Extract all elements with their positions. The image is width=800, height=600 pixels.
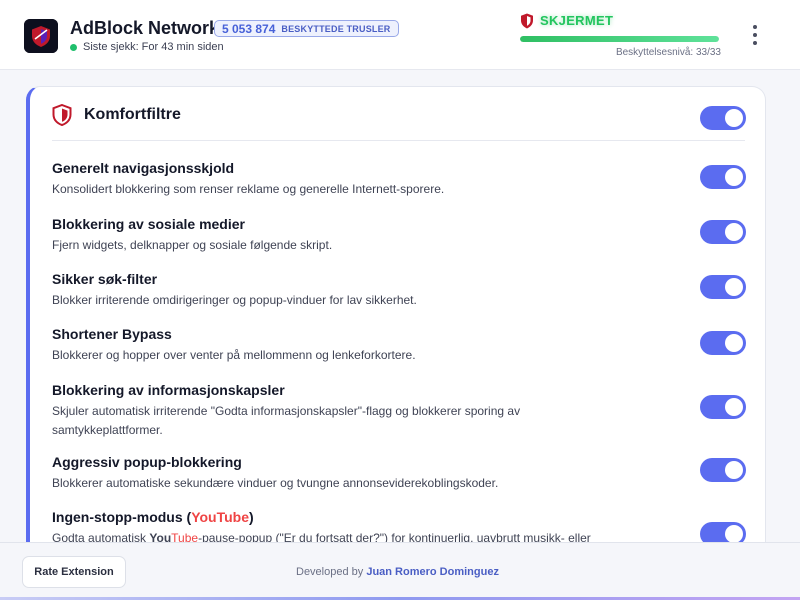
threat-label: BESKYTTEDE TRUSLER xyxy=(281,23,391,34)
menu-dot xyxy=(753,25,757,29)
app-logo xyxy=(24,19,58,53)
filter-row-cookie-blocking: Blokkering av informasjonskapsler Skjule… xyxy=(52,382,752,440)
filter-row-safe-search: Sikker søk-filter Blokker irriterende om… xyxy=(52,271,752,310)
shield-icon xyxy=(521,13,533,29)
last-check-text: Siste sjekk: For 43 min siden xyxy=(83,41,224,53)
app-title: AdBlock Network xyxy=(70,18,220,38)
comfort-filters-card: Komfortfiltre Generelt navigasjonsskjold… xyxy=(26,86,766,556)
filter-description: Blokkerer automatiske sekundære vinduer … xyxy=(52,476,499,490)
protection-progress-fill xyxy=(520,36,719,42)
threat-count: 5 053 874 xyxy=(222,21,276,36)
credit-prefix: Developed by xyxy=(296,566,367,578)
toggle-cookie-blocking[interactable] xyxy=(700,395,746,419)
menu-dot xyxy=(753,41,757,45)
shield-icon xyxy=(52,104,72,126)
filter-row-aggressive-popup: Aggressiv popup-blokkering Blokkerer aut… xyxy=(52,454,752,493)
more-options-icon[interactable] xyxy=(746,22,764,48)
filter-description: Konsolidert blokkering som renser reklam… xyxy=(52,182,445,196)
rate-extension-button[interactable]: Rate Extension xyxy=(22,556,126,588)
title-part: Ingen-stopp-modus ( xyxy=(52,509,192,525)
threat-counter-badge: 5 053 874 BESKYTTEDE TRUSLER xyxy=(214,20,399,37)
filter-title: Ingen-stopp-modus (YouTube) xyxy=(52,509,752,525)
card-title: Komfortfiltre xyxy=(84,106,181,123)
youtube-tube-text: Tube xyxy=(216,509,250,525)
developer-credit: Developed by Juan Romero Dominguez xyxy=(296,566,499,578)
filter-row-shortener-bypass: Shortener Bypass Blokkerer og hopper ove… xyxy=(52,326,752,365)
protection-progress-bar xyxy=(520,36,719,42)
filter-title: Generelt navigasjonsskjold xyxy=(52,160,235,176)
filter-title: Blokkering av informasjonskapsler xyxy=(52,382,285,398)
protection-level-text: Beskyttelsesnivå: 33/33 xyxy=(615,47,721,58)
filter-description: Skjuler automatisk irriterende "Godta in… xyxy=(52,404,521,437)
status-label: SKJERMET xyxy=(540,13,614,28)
online-dot-icon xyxy=(70,43,77,51)
filter-description: Fjern widgets, delknapper og sosiale føl… xyxy=(52,238,333,252)
youtube-you-text: You xyxy=(191,509,217,525)
filter-description: Blokkerer og hopper over venter på mello… xyxy=(52,348,416,362)
filter-row-social-media: Blokkering av sosiale medier Fjern widge… xyxy=(52,216,752,255)
footer: Rate Extension Developed by Juan Romero … xyxy=(0,542,800,600)
protection-status: SKJERMET Beskyttelsesnivå: 33/33 xyxy=(519,12,721,62)
toggle-shortener-bypass[interactable] xyxy=(700,331,746,355)
toggle-social-media[interactable] xyxy=(700,220,746,244)
menu-dot xyxy=(753,33,757,37)
header: AdBlock Network 5 053 874 BESKYTTEDE TRU… xyxy=(0,0,800,70)
divider xyxy=(52,140,745,141)
filter-title: Aggressiv popup-blokkering xyxy=(52,454,242,470)
toggle-safe-search[interactable] xyxy=(700,275,746,299)
last-check-status: Siste sjekk: For 43 min siden xyxy=(70,41,224,53)
filter-row-general-shield: Generelt navigasjonsskjold Konsolidert b… xyxy=(52,160,752,199)
toggle-aggressive-popup[interactable] xyxy=(700,458,746,482)
filter-title: Blokkering av sosiale medier xyxy=(52,216,245,232)
title-part: ) xyxy=(249,509,254,525)
filter-description: Blokker irriterende omdirigeringer og po… xyxy=(52,293,417,307)
master-toggle[interactable] xyxy=(700,106,746,130)
filter-title: Sikker søk-filter xyxy=(52,271,158,287)
card-header: Komfortfiltre xyxy=(52,104,181,126)
filter-title: Shortener Bypass xyxy=(52,326,172,342)
developer-name[interactable]: Juan Romero Dominguez xyxy=(366,566,499,578)
toggle-general-shield[interactable] xyxy=(700,165,746,189)
